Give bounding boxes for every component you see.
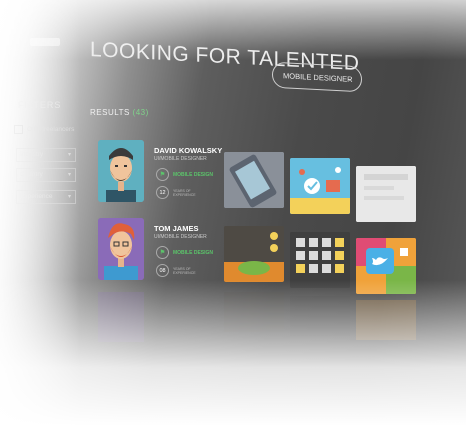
years-label: YEARS OF EXPERIENCE: [173, 266, 196, 275]
filters-title: FILTERS: [18, 100, 62, 110]
country-select-label: Country: [20, 171, 43, 178]
checkbox-label: Only freelancers: [27, 126, 75, 133]
icon-grid-thumbnail: [290, 232, 350, 288]
card-reflection: [90, 292, 416, 362]
checkbox-box[interactable]: [14, 125, 23, 134]
app-screen: LOOKING FOR TALENTED MOBILE DESIGNER ⌄ F…: [0, 0, 466, 426]
phone-app-thumbnail: [224, 152, 284, 208]
chevron-down-icon: ▾: [67, 152, 71, 158]
only-freelancers-checkbox[interactable]: Only freelancers: [14, 125, 74, 134]
avatar: [98, 140, 144, 202]
designer-skill-label: MOBILE DESIGN: [173, 249, 214, 256]
designer-skill: ⚑ MOBILE DESIGN: [156, 246, 213, 259]
flag-icon: ⚑: [156, 168, 169, 181]
designer-experience: 08 YEARS OF EXPERIENCE: [156, 264, 199, 277]
designer-skill-label: MOBILE DESIGN: [173, 171, 214, 178]
designer-title: UI/MOBILE DESIGNER: [154, 156, 207, 162]
years-label: YEARS OF EXPERIENCE: [173, 188, 196, 197]
designer-name[interactable]: TOM JAMES: [154, 224, 198, 233]
designer-card[interactable]: DAVID KOWALSKY UI/MOBILE DESIGNER ⚑ MOBI…: [90, 136, 416, 224]
social-icons-thumbnail: [356, 238, 416, 294]
role-select-value: MOBILE DESIGNER: [283, 70, 353, 84]
results-label: RESULTS (43): [90, 108, 149, 117]
avatar-illustration-bearded-man: [98, 140, 144, 202]
designer-title: UI/MOBILE DESIGNER: [154, 234, 207, 240]
role-select[interactable]: MOBILE DESIGNER ⌄: [272, 61, 362, 93]
designer-name[interactable]: DAVID KOWALSKY: [154, 146, 222, 155]
designer-skill: ⚑ MOBILE DESIGN: [156, 168, 213, 181]
industry-select-label: Industry: [20, 151, 44, 158]
country-select[interactable]: Country ▾: [16, 168, 76, 182]
portfolio-thumbnail[interactable]: [224, 226, 284, 282]
designer-experience: 12 YEARS OF EXPERIENCE: [156, 186, 199, 199]
chevron-down-icon: ▾: [67, 172, 71, 178]
chevron-down-icon: ⌄: [346, 73, 353, 83]
infographic-thumbnail: [290, 158, 350, 214]
industry-select[interactable]: Industry ▾: [16, 148, 76, 162]
experience-select[interactable]: Experience ▾: [16, 190, 76, 204]
left-fade: [0, 0, 80, 426]
experience-select-label: Experience: [20, 193, 53, 200]
portfolio-thumbnail[interactable]: [290, 232, 350, 288]
results-text: RESULTS: [90, 108, 130, 117]
avatar-illustration-red-haired-man: [98, 218, 144, 280]
flag-icon: ⚑: [156, 246, 169, 259]
portfolio-thumbnail[interactable]: [290, 158, 350, 214]
portfolio-thumbnail[interactable]: [356, 238, 416, 294]
years-value: 08: [156, 264, 169, 277]
game-ui-thumbnail: [224, 226, 284, 282]
designer-card[interactable]: TOM JAMES UI/MOBILE DESIGNER ⚑ MOBILE DE…: [90, 214, 416, 302]
chevron-down-icon: ▾: [67, 194, 71, 200]
years-value: 12: [156, 186, 169, 199]
portfolio-thumbnail[interactable]: [224, 152, 284, 208]
lock-icon: [400, 248, 408, 256]
avatar: [98, 218, 144, 280]
app-logo[interactable]: [30, 38, 60, 46]
results-count: (43): [132, 108, 149, 117]
